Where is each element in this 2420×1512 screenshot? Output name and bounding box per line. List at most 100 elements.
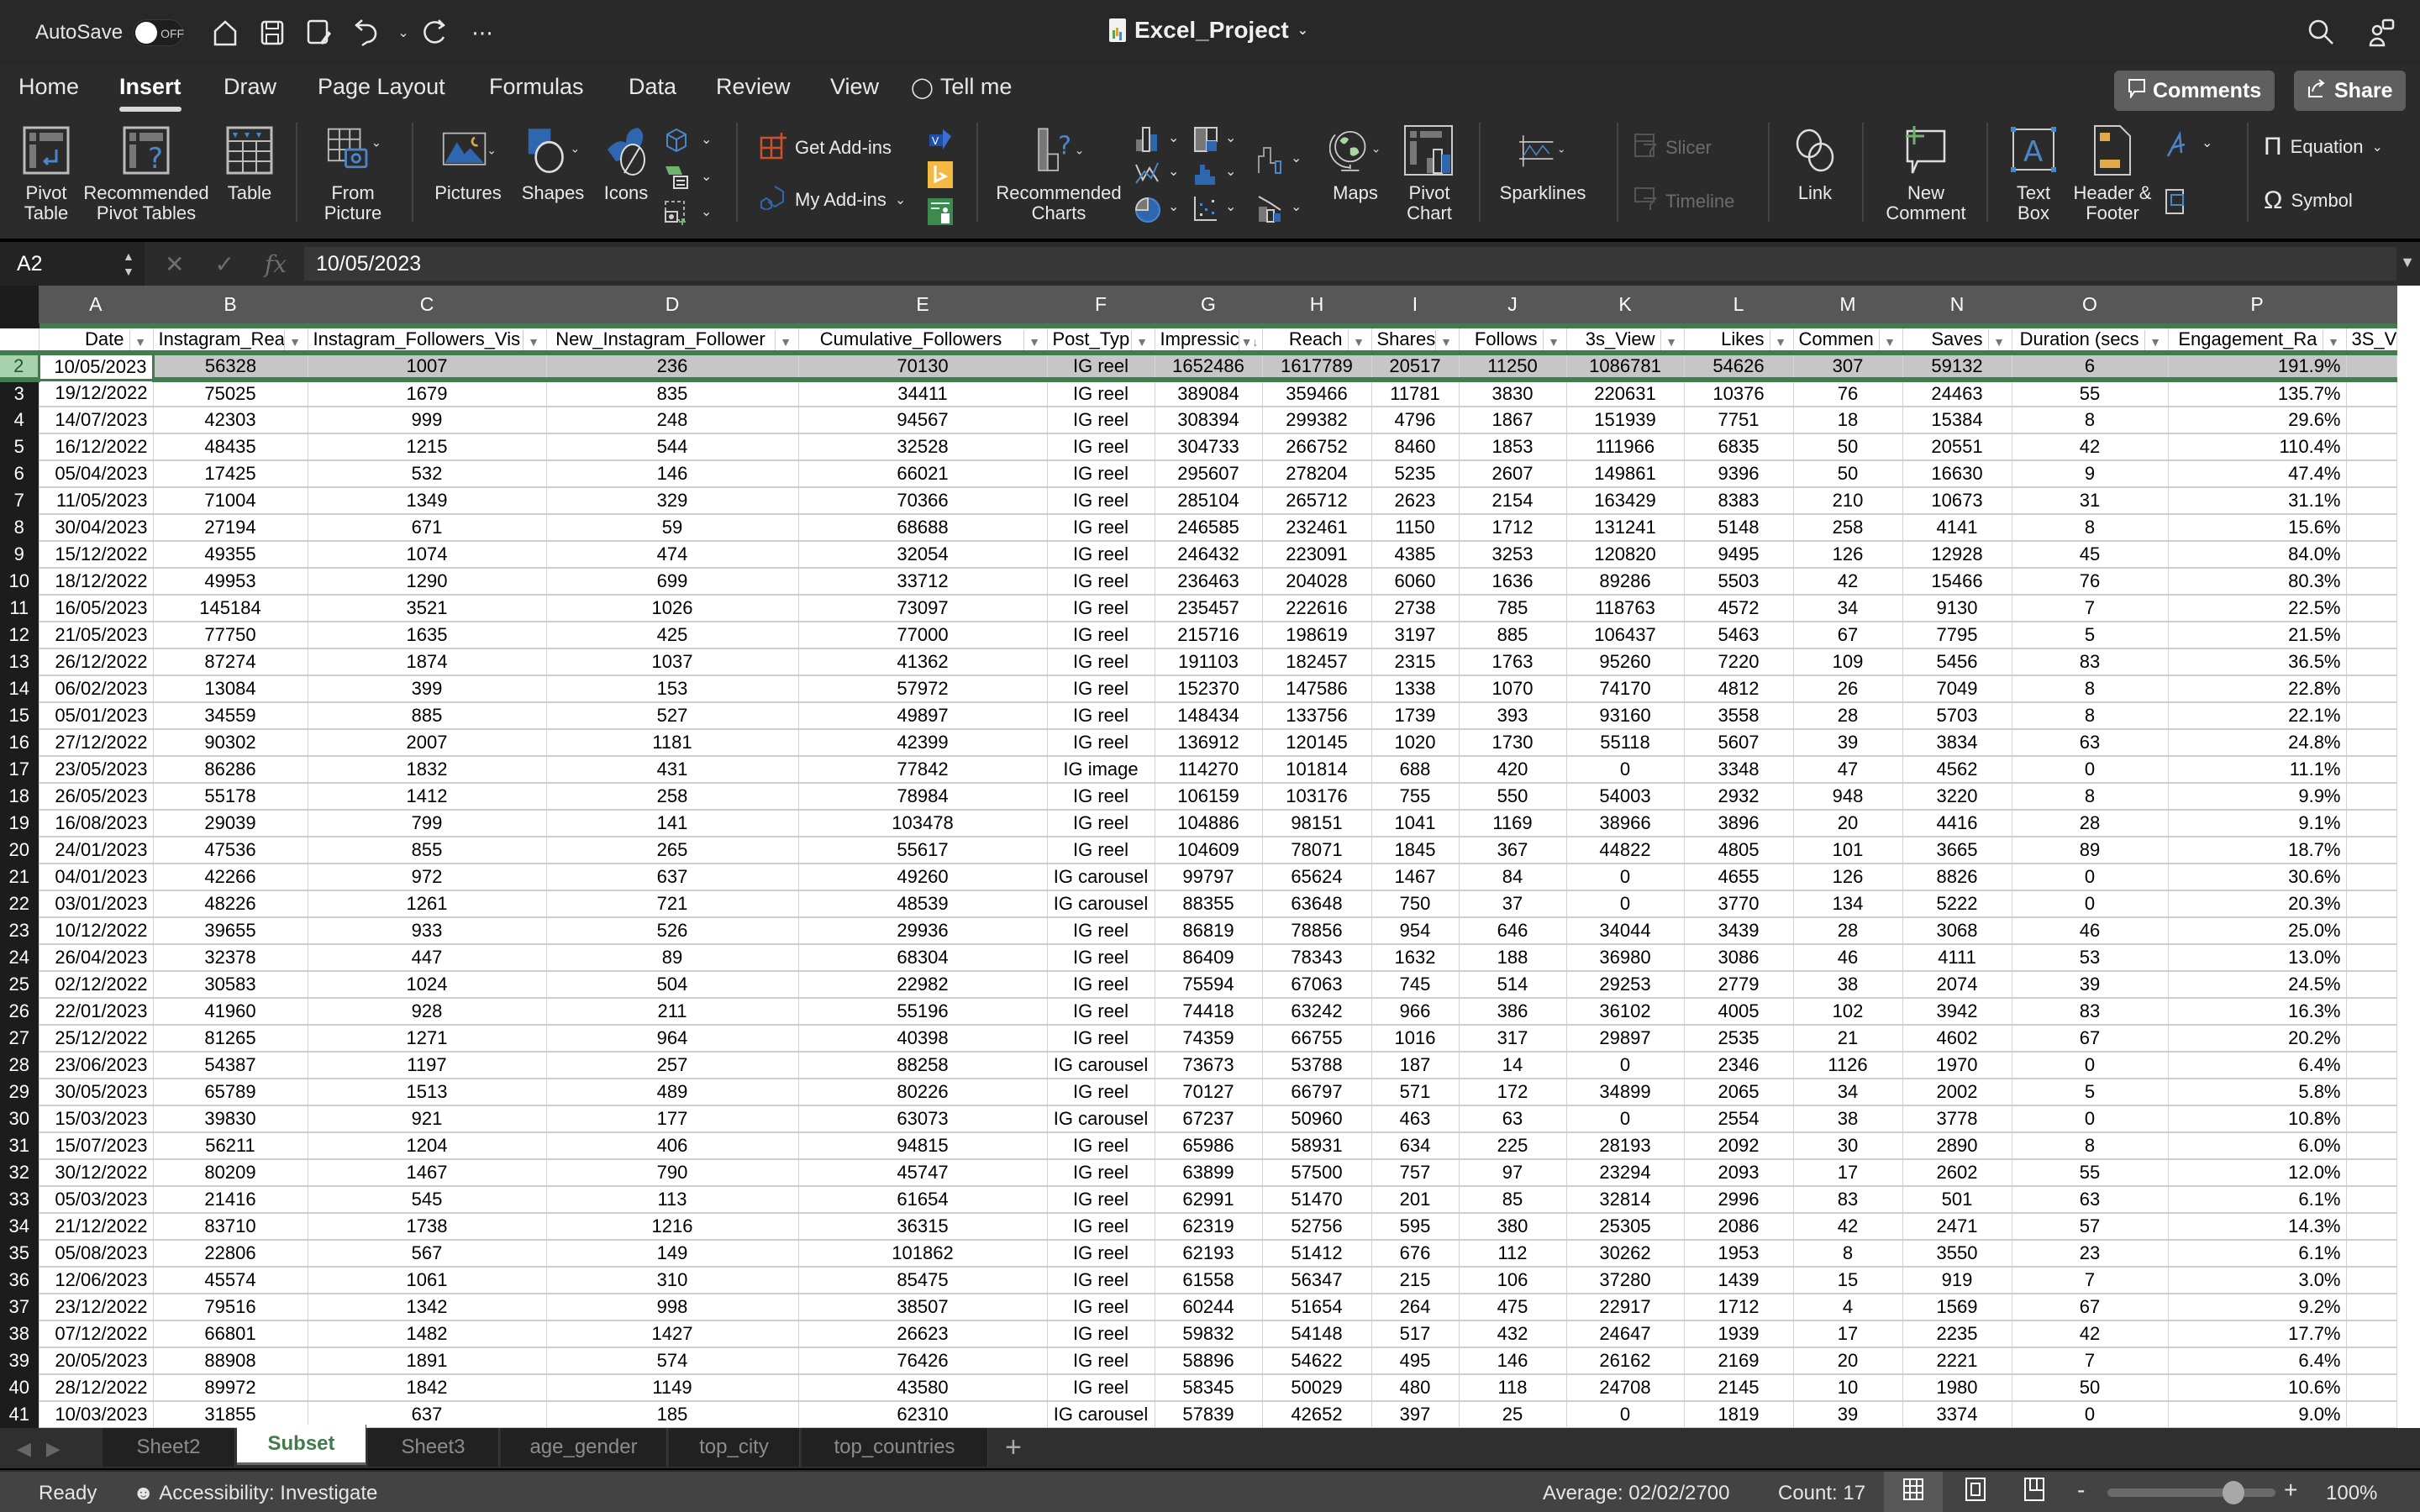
chevron-down-icon[interactable]: ⌄ xyxy=(701,168,712,185)
row-number[interactable]: 16 xyxy=(0,729,39,757)
cell[interactable]: 5235 xyxy=(1371,460,1460,488)
cell[interactable]: 223091 xyxy=(1262,541,1372,569)
row-number[interactable]: 5 xyxy=(0,433,39,461)
cell[interactable]: 80209 xyxy=(153,1159,308,1187)
filter-dropdown-icon[interactable]: ▼ xyxy=(1023,330,1045,348)
cell[interactable]: 1738 xyxy=(308,1213,547,1241)
cell[interactable]: 933 xyxy=(308,917,547,945)
header-cell[interactable]: Follows ▼ xyxy=(1459,326,1567,355)
cell[interactable]: 17425 xyxy=(153,460,308,488)
cell[interactable]: 68304 xyxy=(798,944,1048,972)
cell[interactable]: 7220 xyxy=(1684,648,1794,676)
cell[interactable]: 4812 xyxy=(1684,675,1794,703)
cell[interactable]: 60244 xyxy=(1155,1294,1263,1321)
cell[interactable]: 111966 xyxy=(1566,433,1685,461)
cell[interactable]: 103478 xyxy=(798,810,1048,837)
cell[interactable]: 65789 xyxy=(153,1079,308,1106)
column-header-p[interactable]: P xyxy=(2168,286,2347,328)
object-icon[interactable] xyxy=(2165,188,2190,214)
cell[interactable]: 33712 xyxy=(798,568,1048,596)
cell[interactable]: 89972 xyxy=(153,1374,308,1402)
cell[interactable]: 1635 xyxy=(308,622,547,649)
cell[interactable]: 24647 xyxy=(1566,1320,1685,1348)
cell[interactable]: 359466 xyxy=(1262,380,1372,407)
cell[interactable]: 11250 xyxy=(1459,353,1567,382)
cell[interactable]: 4385 xyxy=(1371,541,1460,569)
cell[interactable]: 67 xyxy=(1793,622,1903,649)
cell[interactable]: IG reel xyxy=(1047,1294,1155,1321)
cell[interactable] xyxy=(2346,810,2397,837)
cell[interactable]: 919 xyxy=(1902,1267,2012,1294)
cell[interactable]: 0 xyxy=(1566,1401,1685,1428)
column-header-m[interactable]: M xyxy=(1793,286,1903,328)
get-add-ins-button[interactable]: Get Add-ins xyxy=(760,131,892,165)
cell[interactable]: IG reel xyxy=(1047,675,1155,703)
enter-icon[interactable]: ✓ xyxy=(214,250,234,278)
cell[interactable]: 67 xyxy=(2012,1294,2169,1321)
header-cell[interactable]: Commen ▼ xyxy=(1793,326,1903,355)
cell[interactable] xyxy=(2346,1186,2397,1214)
cell[interactable]: 9396 xyxy=(1684,460,1794,488)
cell[interactable]: 2346 xyxy=(1684,1052,1794,1079)
cell[interactable]: 05/03/2023 xyxy=(39,1186,154,1214)
cell[interactable] xyxy=(2346,1320,2397,1348)
cell[interactable]: 22.5% xyxy=(2168,595,2347,622)
cell[interactable]: 118763 xyxy=(1566,595,1685,622)
cell[interactable]: 22.1% xyxy=(2168,702,2347,730)
cell[interactable]: 236 xyxy=(546,353,799,382)
cell[interactable]: 5 xyxy=(2012,1079,2169,1106)
smartart-icon[interactable] xyxy=(664,165,689,190)
cell[interactable]: 06/02/2023 xyxy=(39,675,154,703)
cell[interactable] xyxy=(2346,622,2397,649)
cell[interactable]: 25305 xyxy=(1566,1213,1685,1241)
cell[interactable]: 688 xyxy=(1371,756,1460,784)
cell[interactable]: 36102 xyxy=(1566,998,1685,1026)
cell[interactable]: 110.4% xyxy=(2168,433,2347,461)
new-comment-button[interactable]: New Comment xyxy=(1879,124,1973,223)
cell[interactable]: 0 xyxy=(1566,890,1685,918)
cell[interactable]: 2221 xyxy=(1902,1347,2012,1375)
cell[interactable]: 447 xyxy=(308,944,547,972)
cell[interactable]: 501 xyxy=(1902,1186,2012,1214)
cell[interactable]: 399 xyxy=(308,675,547,703)
cell[interactable]: 80.3% xyxy=(2168,568,2347,596)
cell[interactable]: 146 xyxy=(546,460,799,488)
cell[interactable]: 65624 xyxy=(1262,864,1372,891)
cell[interactable]: 14.3% xyxy=(2168,1213,2347,1241)
cell[interactable]: 20 xyxy=(1793,1347,1903,1375)
cell[interactable]: 1819 xyxy=(1684,1401,1794,1428)
cell[interactable]: 39655 xyxy=(153,917,308,945)
cell[interactable]: IG reel xyxy=(1047,595,1155,622)
cell[interactable]: 45747 xyxy=(798,1159,1048,1187)
cell[interactable]: 7 xyxy=(2012,1347,2169,1375)
cell[interactable]: 103176 xyxy=(1262,783,1372,811)
cell[interactable]: IG reel xyxy=(1047,648,1155,676)
row-number[interactable]: 21 xyxy=(0,864,39,891)
cell[interactable]: 36980 xyxy=(1566,944,1685,972)
cell[interactable]: 299382 xyxy=(1262,407,1372,434)
cell[interactable]: 49953 xyxy=(153,568,308,596)
cell[interactable]: 149861 xyxy=(1566,460,1685,488)
cell[interactable]: 2154 xyxy=(1459,487,1567,515)
cell[interactable]: 30/05/2023 xyxy=(39,1079,154,1106)
cell[interactable]: 1874 xyxy=(308,648,547,676)
cell[interactable]: 3834 xyxy=(1902,729,2012,757)
header-cell[interactable]: Date ▼ xyxy=(39,326,154,355)
cell[interactable]: 55196 xyxy=(798,998,1048,1026)
cell[interactable]: 574 xyxy=(546,1347,799,1375)
sheet-tab-age-gender[interactable]: age_gender xyxy=(501,1428,667,1467)
sheet-tab-subset[interactable]: Subset xyxy=(237,1425,366,1465)
cell[interactable]: 36.5% xyxy=(2168,648,2347,676)
cell[interactable]: 474 xyxy=(546,541,799,569)
cell[interactable]: 84 xyxy=(1459,864,1567,891)
cell[interactable]: 145184 xyxy=(153,595,308,622)
cell[interactable]: 55 xyxy=(2012,1159,2169,1187)
cell[interactable]: 39830 xyxy=(153,1105,308,1133)
cell[interactable]: IG reel xyxy=(1047,783,1155,811)
cell[interactable]: IG reel xyxy=(1047,1213,1155,1241)
cell[interactable]: IG reel xyxy=(1047,1267,1155,1294)
cell[interactable]: 34 xyxy=(1793,1079,1903,1106)
row-number[interactable]: 35 xyxy=(0,1240,39,1268)
cell[interactable] xyxy=(2346,783,2397,811)
cell[interactable]: 5607 xyxy=(1684,729,1794,757)
